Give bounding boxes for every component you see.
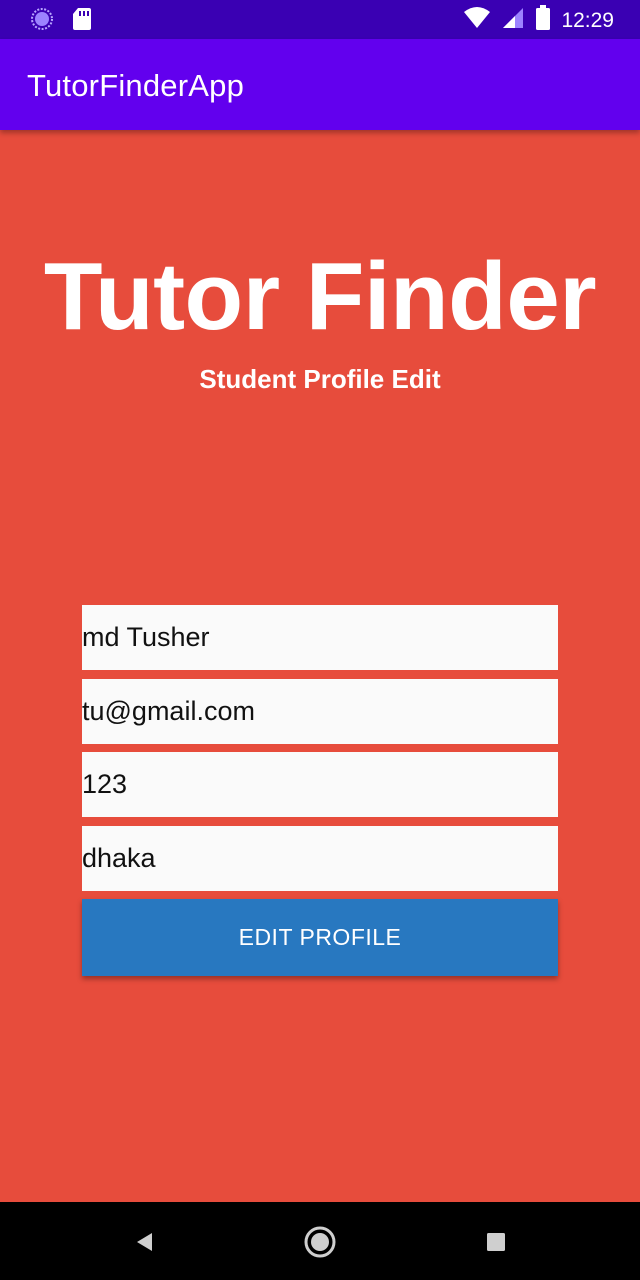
back-icon[interactable]: [126, 1224, 162, 1260]
data-saver-icon: [30, 7, 54, 36]
navigation-bar: [0, 1202, 640, 1280]
battery-icon: [535, 5, 551, 36]
app-bar: TutorFinderApp: [0, 39, 640, 130]
status-bar: 12:29: [0, 0, 640, 39]
app-title: TutorFinderApp: [27, 68, 245, 103]
main-content: Tutor Finder Student Profile Edit md Tus…: [0, 130, 640, 1202]
sd-card-icon: [72, 7, 92, 36]
hero-subtitle: Student Profile Edit: [199, 364, 441, 394]
edit-profile-button[interactable]: EDIT PROFILE: [82, 899, 558, 976]
email-field[interactable]: tu@gmail.com: [82, 679, 558, 744]
home-icon[interactable]: [302, 1224, 338, 1260]
recents-icon[interactable]: [478, 1224, 514, 1260]
phone-field[interactable]: 123: [82, 752, 558, 817]
name-field[interactable]: md Tusher: [82, 605, 558, 670]
screen: 12:29 TutorFinderApp Tutor Finder Studen…: [0, 0, 640, 1280]
status-bar-right: 12:29: [463, 5, 614, 36]
wifi-icon: [463, 6, 491, 35]
status-time: 12:29: [561, 8, 614, 32]
cell-signal-icon: [501, 6, 525, 35]
hero-title: Tutor Finder: [43, 243, 597, 350]
address-field[interactable]: dhaka: [82, 826, 558, 891]
status-bar-left: [30, 7, 92, 36]
